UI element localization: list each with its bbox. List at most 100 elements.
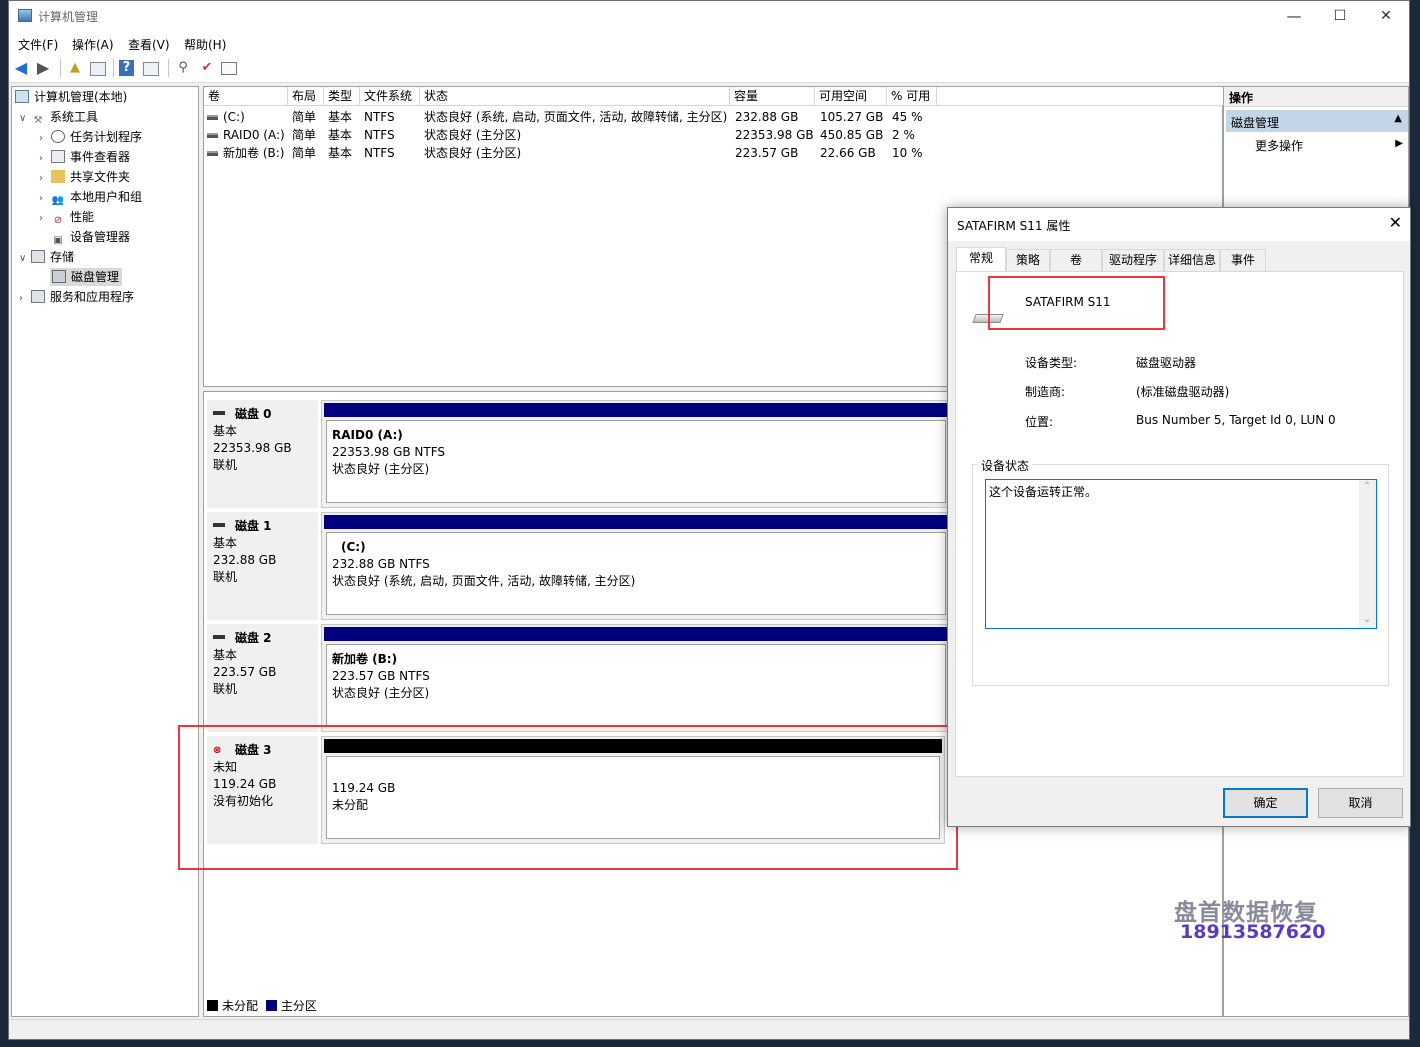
back-arrow-icon[interactable]: ◀ <box>12 60 30 77</box>
ok-button[interactable]: 确定 <box>1223 788 1308 818</box>
collapse-chevron-icon[interactable]: ∨ <box>19 110 31 128</box>
general-tab-panel: SATAFIRM S11 设备类型: 磁盘驱动器 制造商: (标准磁盘驱动器) … <box>955 271 1404 777</box>
dialog-close-button[interactable]: ✕ <box>1389 213 1402 232</box>
drive-icon <box>207 151 218 156</box>
collapse-chevron-icon[interactable]: ∨ <box>19 250 31 268</box>
unallocated-swatch <box>207 1000 218 1011</box>
tree-storage[interactable]: ∨ 存储 <box>19 248 74 266</box>
tab-driver[interactable]: 驱动程序 <box>1102 249 1164 271</box>
tree-disk-management[interactable]: 磁盘管理 <box>50 268 123 286</box>
col-layout[interactable]: 布局 <box>288 87 324 106</box>
navigation-tree: 计算机管理(本地) ∨ ⚒ 系统工具 › 任务计划程序 › 事件查看器 › 共享文件夹 ›… <box>11 86 199 1017</box>
expand-chevron-icon[interactable]: › <box>19 290 31 308</box>
tree-system-tools[interactable]: ∨ ⚒ 系统工具 <box>19 108 98 126</box>
tree-shared-folders[interactable]: › 共享文件夹 <box>39 168 130 186</box>
menu-file[interactable]: 文件(F) <box>18 36 58 53</box>
primary-partition-bar <box>324 403 948 417</box>
volume-name: 新加卷 (B:) <box>207 144 284 162</box>
disk-0-name: 磁盘 0 <box>213 406 272 423</box>
more-actions-item[interactable]: 更多操作 ▶ <box>1255 137 1405 154</box>
connect-icon[interactable]: ⚲ <box>174 60 192 77</box>
tree-event-viewer[interactable]: › 事件查看器 <box>39 148 130 166</box>
list-view-icon[interactable] <box>221 62 237 75</box>
tree-local-users[interactable]: › 👥 本地用户和组 <box>39 188 142 206</box>
minimize-button[interactable]: — <box>1271 1 1317 32</box>
tab-events[interactable]: 事件 <box>1220 249 1266 271</box>
expand-chevron-icon[interactable]: › <box>39 130 51 148</box>
volume-name: RAID0 (A:) <box>207 126 285 144</box>
storage-icon <box>31 250 45 263</box>
scroll-up-icon[interactable]: ⌃ <box>1363 481 1371 492</box>
device-status-label: 设备状态 <box>978 457 1033 474</box>
check-icon[interactable]: ✔ <box>198 60 216 77</box>
cancel-button[interactable]: 取消 <box>1318 788 1403 818</box>
col-percent-free[interactable]: % 可用 <box>887 87 937 106</box>
maximize-button[interactable]: ☐ <box>1317 1 1363 32</box>
menu-view[interactable]: 查看(V) <box>128 36 170 53</box>
highlight-box-disk-3 <box>178 725 958 870</box>
col-type[interactable]: 类型 <box>324 87 360 106</box>
tree-performance[interactable]: › ⊘ 性能 <box>39 208 94 226</box>
computer-management-icon <box>18 9 32 22</box>
dialog-title-bar: SATAFIRM S11 属性 ✕ <box>948 208 1410 241</box>
tree-device-manager[interactable]: ▣ 设备管理器 <box>51 228 130 246</box>
tab-general[interactable]: 常规 <box>956 247 1006 272</box>
tree-task-scheduler[interactable]: › 任务计划程序 <box>39 128 142 146</box>
status-scrollbar[interactable]: ⌃ ⌄ <box>1359 480 1376 628</box>
performance-icon: ⊘ <box>53 215 63 226</box>
disk-1-partition[interactable]: (C:) 232.88 GB NTFS 状态良好 (系统, 启动, 页面文件, … <box>321 512 951 620</box>
tree-root[interactable]: 计算机管理(本地) <box>15 88 127 106</box>
col-free-space[interactable]: 可用空间 <box>815 87 887 106</box>
close-button[interactable]: ✕ <box>1363 1 1409 32</box>
users-icon: 👥 <box>51 195 65 206</box>
col-capacity[interactable]: 容量 <box>730 87 815 106</box>
expand-chevron-icon[interactable]: › <box>39 150 51 168</box>
tab-volumes[interactable]: 卷 <box>1050 249 1102 271</box>
show-hide-tree-icon[interactable] <box>90 62 106 76</box>
col-filesystem[interactable]: 文件系统 <box>360 87 420 106</box>
volume-name: (C:) <box>207 108 245 126</box>
legend: 未分配 主分区 <box>207 997 317 1014</box>
expand-chevron-icon[interactable]: › <box>39 170 51 188</box>
col-volume[interactable]: 卷 <box>204 87 288 106</box>
disk-0-partition[interactable]: RAID0 (A:) 22353.98 GB NTFS 状态良好 (主分区) <box>321 400 951 508</box>
tree-services-apps[interactable]: › 服务和应用程序 <box>19 288 134 306</box>
disk-0-label[interactable]: 磁盘 0 基本 22353.98 GB 联机 <box>207 400 318 508</box>
device-status-textbox[interactable]: 这个设备运转正常。 ⌃ ⌄ <box>985 479 1377 629</box>
tab-policies[interactable]: 策略 <box>1006 249 1050 271</box>
up-folder-icon[interactable]: ▲ <box>66 60 84 77</box>
shared-folder-icon <box>51 170 65 183</box>
toolbar: ◀ ▶ ▲ ? ⚲ ✔ <box>9 54 1409 83</box>
tab-details[interactable]: 详细信息 <box>1164 249 1220 271</box>
event-viewer-icon <box>51 150 65 163</box>
highlight-box-device-name <box>988 276 1165 330</box>
help-icon[interactable]: ? <box>119 60 134 76</box>
disk-management-icon <box>52 270 66 283</box>
disk-icon <box>213 523 225 527</box>
actions-section-disk-management[interactable]: 磁盘管理 ▲ <box>1226 110 1408 132</box>
tools-icon: ⚒ <box>33 115 43 126</box>
drive-icon <box>207 115 218 120</box>
col-status[interactable]: 状态 <box>420 87 730 106</box>
device-type-value: 磁盘驱动器 <box>1136 356 1197 370</box>
properties-pane-icon[interactable] <box>143 62 159 76</box>
drive-icon <box>207 133 218 138</box>
forward-arrow-icon[interactable]: ▶ <box>34 60 52 77</box>
primary-partition-bar <box>324 515 948 529</box>
location-value: Bus Number 5, Target Id 0, LUN 0 <box>1136 413 1336 427</box>
dialog-title: SATAFIRM S11 属性 <box>957 219 1071 233</box>
menu-bar: 文件(F) 操作(A) 查看(V) 帮助(H) <box>9 32 1409 54</box>
scroll-down-icon[interactable]: ⌄ <box>1363 614 1371 625</box>
disk-icon <box>213 635 225 639</box>
menu-help[interactable]: 帮助(H) <box>184 36 226 53</box>
disk-2-partition[interactable]: 新加卷 (B:) 223.57 GB NTFS 状态良好 (主分区) <box>321 624 951 732</box>
manufacturer-value: (标准磁盘驱动器) <box>1136 385 1230 399</box>
disk-1-label[interactable]: 磁盘 1 基本 232.88 GB 联机 <box>207 512 318 620</box>
expand-chevron-icon[interactable]: › <box>39 190 51 208</box>
disk-2-label[interactable]: 磁盘 2 基本 223.57 GB 联机 <box>207 624 318 732</box>
menu-action[interactable]: 操作(A) <box>72 36 114 53</box>
expand-chevron-icon[interactable]: › <box>39 210 51 228</box>
disk-2-name: 磁盘 2 <box>213 630 272 647</box>
collapse-triangle-icon[interactable]: ▲ <box>1394 113 1402 124</box>
disk-icon <box>213 411 225 415</box>
